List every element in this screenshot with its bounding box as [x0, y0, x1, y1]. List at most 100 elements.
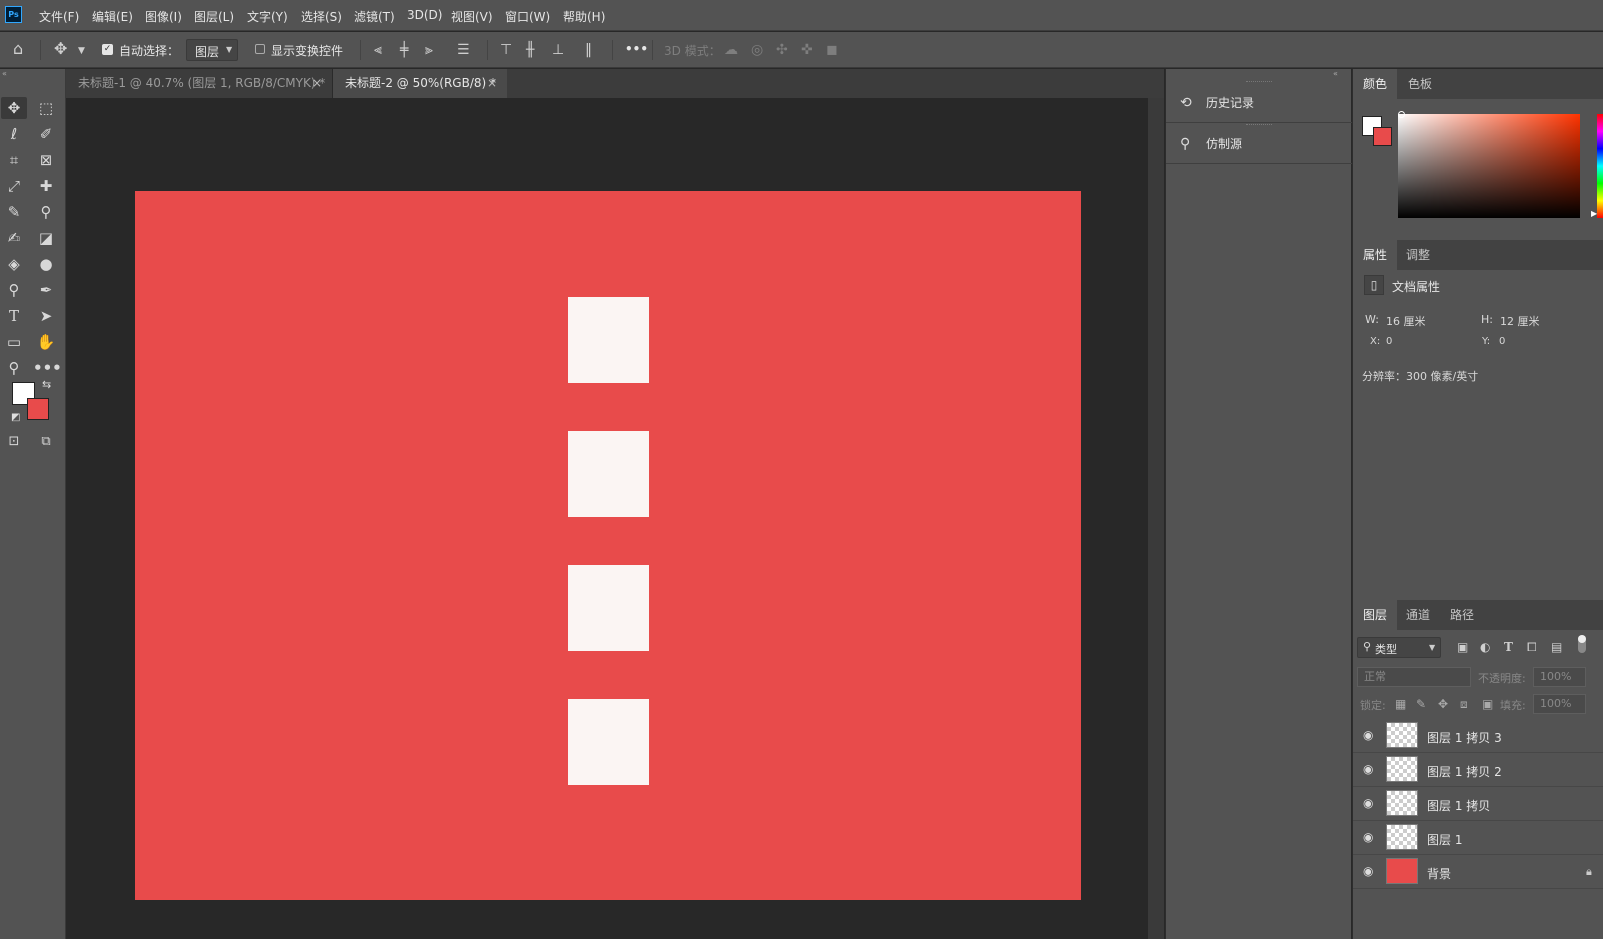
hand-tool-icon[interactable]: ✋	[33, 331, 59, 353]
canvas-area[interactable]	[66, 98, 1164, 939]
tab-document-2[interactable]: 未标题-2 @ 50%(RGB/8) * ×	[333, 69, 507, 98]
eye-icon[interactable]: ◉	[1363, 762, 1377, 776]
layer-row[interactable]: ◉ 图层 1	[1353, 821, 1603, 855]
3d-camera-icon[interactable]: ◼	[826, 43, 838, 57]
brush-tool-icon[interactable]: ✎	[1, 201, 27, 223]
3d-orbit-icon[interactable]: ☁	[724, 43, 738, 57]
lock-all-icon[interactable]: ▣	[1482, 697, 1493, 711]
eyedropper-tool-icon[interactable]: ⤢	[1, 175, 27, 197]
opacity-field[interactable]: 100%	[1533, 667, 1586, 687]
color-picker-field[interactable]	[1398, 111, 1580, 218]
background-color-swatch[interactable]	[1373, 127, 1392, 146]
layer-row[interactable]: ◉ 图层 1 拷贝 2	[1353, 753, 1603, 787]
align-left-icon[interactable]: ⫷	[374, 43, 382, 57]
frame-tool-icon[interactable]: ⊠	[33, 149, 59, 171]
menu-filter[interactable]: 滤镜(T)	[354, 8, 395, 25]
vertical-scrollbar[interactable]	[1148, 98, 1164, 939]
menu-file[interactable]: 文件(F)	[39, 8, 79, 25]
lock-image-icon[interactable]: ✎	[1416, 697, 1426, 711]
move-tool-icon[interactable]: ✥	[1, 97, 27, 119]
blur-tool-icon[interactable]: ●	[33, 253, 59, 275]
distribute-vertical-icon[interactable]: ‖	[585, 43, 592, 57]
align-vcenter-icon[interactable]: ╫	[526, 43, 534, 57]
marquee-tool-icon[interactable]: ⬚	[33, 97, 59, 119]
hue-slider[interactable]	[1597, 114, 1603, 218]
show-transform-checkbox[interactable]	[255, 44, 265, 54]
move-tool-icon[interactable]: ✥	[54, 41, 67, 57]
tab-paths[interactable]: 路径	[1440, 600, 1484, 630]
tab-adjustments[interactable]: 调整	[1396, 240, 1440, 270]
swap-colors-icon[interactable]: ⇆	[42, 378, 51, 391]
auto-select-target-dropdown[interactable]: 图层 ▼	[186, 39, 238, 61]
eye-icon[interactable]: ◉	[1363, 864, 1377, 878]
color-picker-cursor[interactable]	[1398, 111, 1405, 118]
menu-help[interactable]: 帮助(H)	[563, 8, 605, 25]
height-value[interactable]: 12 厘米	[1500, 313, 1540, 329]
history-panel-button[interactable]: ⟲ 历史记录	[1166, 83, 1352, 123]
paint-bucket-tool-icon[interactable]: ◈	[1, 253, 27, 275]
width-value[interactable]: 16 厘米	[1386, 313, 1426, 329]
filter-pixel-icon[interactable]: ▣	[1457, 640, 1468, 654]
close-icon[interactable]: ×	[487, 69, 497, 98]
collapse-icon[interactable]: «	[2, 69, 7, 78]
rectangle-tool-icon[interactable]: ▭	[1, 331, 27, 353]
tab-swatches[interactable]: 色板	[1398, 69, 1442, 99]
layer-row-background[interactable]: ◉ 背景 🔒︎	[1353, 855, 1603, 889]
crop-tool-icon[interactable]: ⌗	[1, 149, 27, 171]
menu-layer[interactable]: 图层(L)	[194, 8, 234, 25]
menu-type[interactable]: 文字(Y)	[247, 8, 288, 25]
menu-3d[interactable]: 3D(D)	[407, 8, 442, 22]
3d-roll-icon[interactable]: ◎	[751, 43, 763, 57]
menu-edit[interactable]: 编辑(E)	[92, 8, 133, 25]
eraser-tool-icon[interactable]: ◪	[33, 227, 59, 249]
align-top-icon[interactable]: ⊤	[500, 43, 512, 57]
path-select-tool-icon[interactable]: ➤	[33, 305, 59, 327]
eye-icon[interactable]: ◉	[1363, 796, 1377, 810]
stamp-tool-icon[interactable]: ⚲	[33, 201, 59, 223]
tab-color[interactable]: 颜色	[1353, 69, 1398, 99]
align-right-icon[interactable]: ⫸	[425, 43, 433, 57]
filter-shape-icon[interactable]: ⧠	[1527, 640, 1537, 654]
3d-pan-icon[interactable]: ✣	[776, 43, 788, 57]
menu-select[interactable]: 选择(S)	[301, 8, 342, 25]
collapse-icon[interactable]: «	[1333, 69, 1338, 78]
lock-transparent-icon[interactable]: ▦	[1395, 697, 1406, 711]
hue-slider-handle[interactable]: ▶	[1591, 209, 1597, 218]
3d-slide-icon[interactable]: ✜	[801, 43, 813, 57]
lock-artboard-icon[interactable]: ⧈	[1460, 697, 1468, 711]
pen-tool-icon[interactable]: ✒	[33, 279, 59, 301]
tab-document-1[interactable]: 未标题-1 @ 40.7% (图层 1, RGB/8/CMYK) * ×	[66, 69, 333, 98]
type-tool-icon[interactable]: T	[1, 305, 27, 327]
layer-row[interactable]: ◉ 图层 1 拷贝 3	[1353, 719, 1603, 753]
menu-view[interactable]: 视图(V)	[451, 8, 493, 25]
quick-mask-icon[interactable]: ⊡	[1, 431, 27, 453]
zoom-tool-icon[interactable]: ⚲	[1, 357, 27, 379]
distribute-icon[interactable]: ☰	[457, 43, 470, 57]
background-color-swatch[interactable]	[27, 398, 49, 420]
tab-layers[interactable]: 图层	[1353, 600, 1398, 630]
document-canvas[interactable]	[135, 191, 1081, 900]
filter-adjustment-icon[interactable]: ◐	[1480, 640, 1490, 654]
default-colors-icon[interactable]: ◩	[11, 412, 20, 423]
fill-field[interactable]: 100%	[1533, 694, 1586, 714]
lasso-tool-icon[interactable]: ℓ	[1, 123, 27, 145]
history-brush-tool-icon[interactable]: ✍	[1, 227, 27, 249]
quick-select-tool-icon[interactable]: ✐	[33, 123, 59, 145]
lock-position-icon[interactable]: ✥	[1438, 697, 1448, 711]
menu-image[interactable]: 图像(I)	[145, 8, 182, 25]
more-tools-icon[interactable]: •••	[33, 357, 62, 379]
tab-channels[interactable]: 通道	[1396, 600, 1440, 630]
dodge-tool-icon[interactable]: ⚲	[1, 279, 27, 301]
auto-select-checkbox[interactable]: ✓	[102, 44, 113, 55]
tab-properties[interactable]: 属性	[1353, 240, 1398, 270]
x-value[interactable]: 0	[1386, 336, 1392, 347]
align-bottom-icon[interactable]: ⊥	[552, 43, 564, 57]
layer-row[interactable]: ◉ 图层 1 拷贝	[1353, 787, 1603, 821]
clone-source-panel-button[interactable]: ⚲ 仿制源	[1166, 124, 1352, 164]
filter-smart-object-icon[interactable]: ▤	[1551, 640, 1562, 654]
layer-filter-dropdown[interactable]: ⚲ 类型 ▼	[1357, 637, 1441, 658]
menu-window[interactable]: 窗口(W)	[505, 8, 550, 25]
eye-icon[interactable]: ◉	[1363, 830, 1377, 844]
chevron-down-icon[interactable]: ▼	[78, 44, 85, 58]
home-icon[interactable]: ⌂	[13, 41, 23, 57]
